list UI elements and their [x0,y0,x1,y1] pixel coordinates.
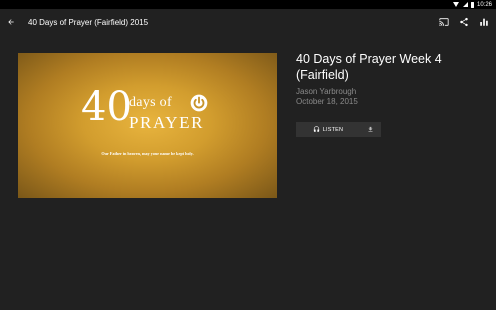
download-button[interactable] [360,122,381,137]
download-icon [368,126,373,132]
status-time: 10:26 [476,1,492,8]
cast-icon [439,18,449,26]
headphones-icon [313,126,319,132]
back-button[interactable] [0,9,22,35]
toolbar-actions [434,9,494,35]
battery-icon [470,1,474,8]
sermon-title: 40 Days of Prayer Week 4 (Fairfield) [296,52,442,82]
share-button[interactable] [454,9,474,35]
listen-label: LISTEN [322,126,344,133]
stats-icon [480,18,488,26]
app-bar: 40 Days of Prayer (Fairfield) 2015 [0,9,496,35]
status-bar: 10:26 [0,0,496,9]
cast-button[interactable] [434,9,454,35]
sermon-date: October 18, 2015 [296,97,358,106]
artwork-number: 40 [81,84,132,130]
back-arrow-icon [8,19,14,25]
sermon-details: 40 Days of Prayer Week 4 (Fairfield) Jas… [296,51,486,107]
listen-button[interactable]: LISTEN [296,122,360,137]
signal-icon [462,2,468,7]
artwork-prayer: PRAYER [129,113,205,132]
page-title: 40 Days of Prayer (Fairfield) 2015 [28,17,149,27]
wifi-icon [452,2,460,7]
media-actions: LISTEN [296,122,381,137]
power-icon [190,94,208,112]
sermon-artwork: 40 days of PRAYER Our Father in heaven, … [18,53,277,198]
artwork-days-of: days of [129,95,172,110]
share-icon [460,17,468,27]
artwork-tagline: Our Father in heaven, may your name be k… [101,151,194,156]
stats-button[interactable] [474,9,494,35]
speaker-name[interactable]: Jason Yarbrough [296,87,486,97]
